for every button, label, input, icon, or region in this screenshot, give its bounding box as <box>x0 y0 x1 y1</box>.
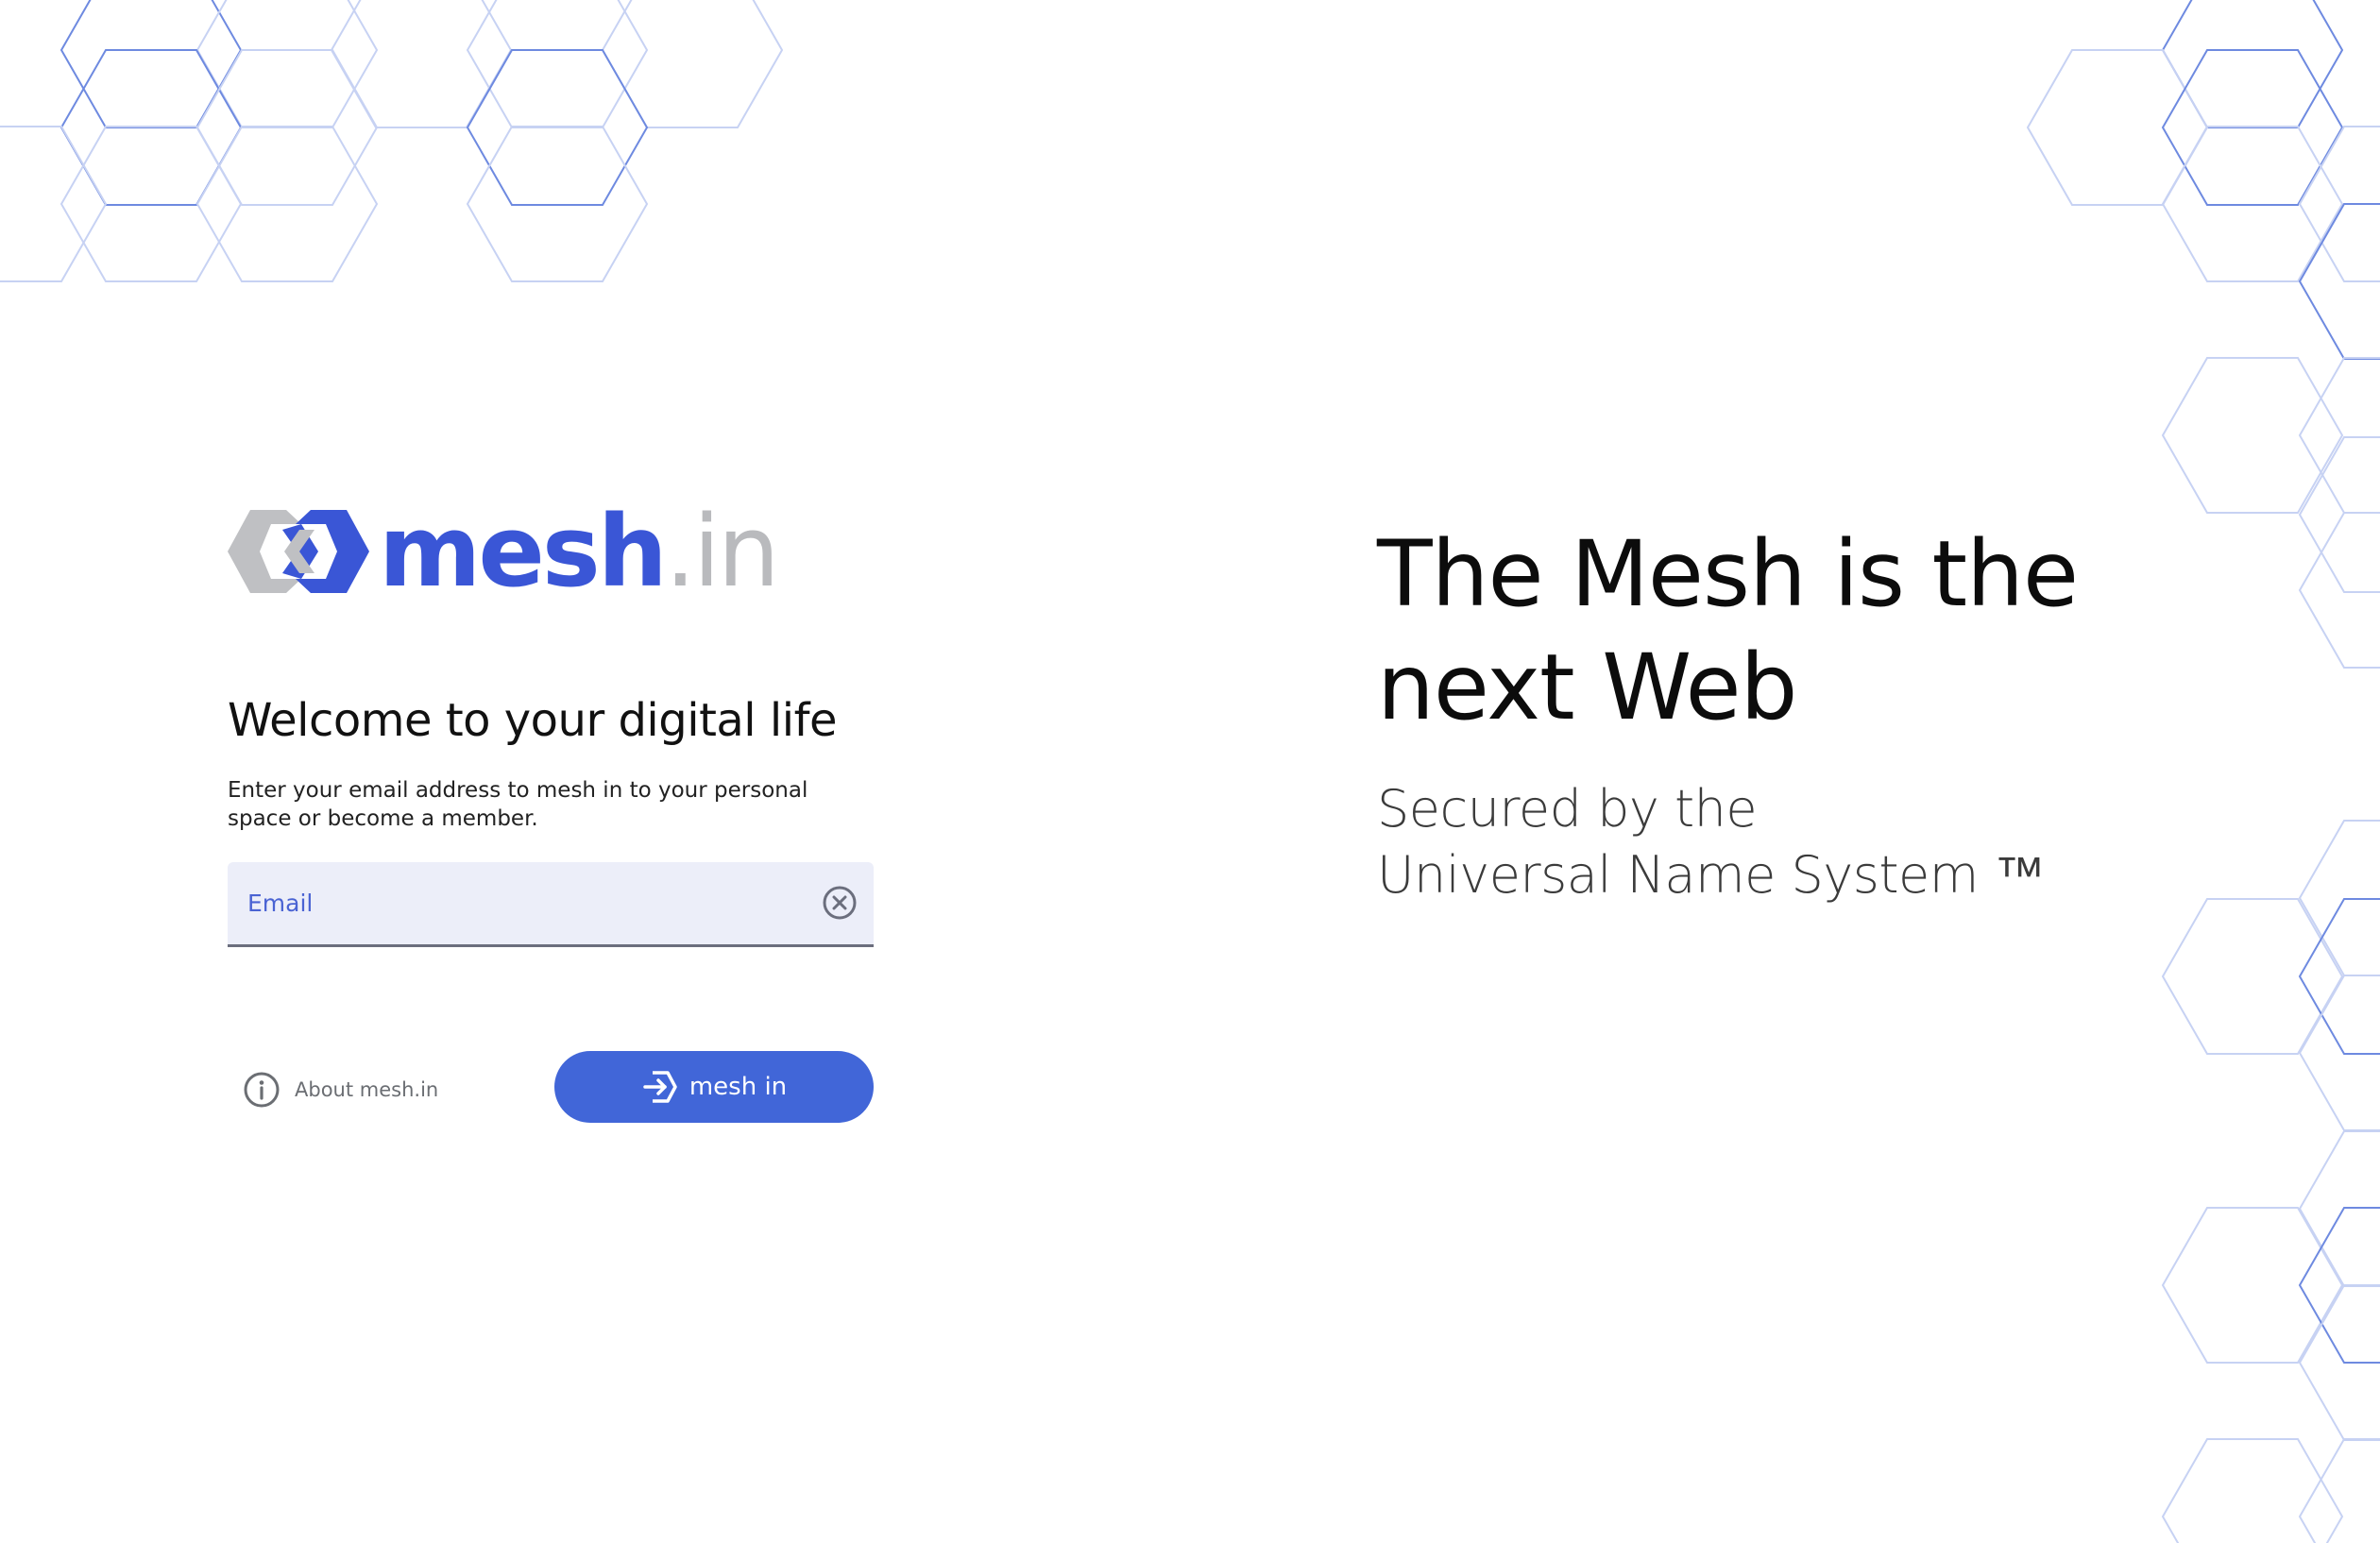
background-hexagon <box>2161 0 2344 128</box>
about-link-label: About mesh.in <box>295 1078 439 1101</box>
background-hexagon <box>2161 1207 2344 1364</box>
brand-logo-tld: .in <box>664 494 780 609</box>
clear-email-button[interactable] <box>821 884 858 922</box>
background-hexagon <box>601 0 784 128</box>
hero-subtitle: Secured by the Universal Name System ™ <box>1377 776 2227 908</box>
hero-section: The Mesh is the next Web Secured by the … <box>1377 517 2227 908</box>
background-hexagon <box>330 0 513 128</box>
hero-subtitle-line-1: Secured by the <box>1377 779 1758 839</box>
login-instructions: Enter your email address to mesh in to y… <box>228 778 808 831</box>
welcome-title: Welcome to your digital life <box>228 694 838 747</box>
background-hexagon <box>2298 898 2380 1055</box>
background-hexagon <box>2298 820 2380 976</box>
brand-logo: mesh.in <box>228 502 780 601</box>
brand-logo-text: mesh.in <box>379 502 780 601</box>
background-hexagon <box>60 49 243 206</box>
clear-circle-x-icon <box>823 886 857 920</box>
hero-title-line-2: next Web <box>1377 635 1797 740</box>
background-hexagon <box>2161 1438 2344 1543</box>
background-hexagon <box>466 0 649 128</box>
mesh-chain-logo-icon <box>228 510 369 593</box>
background-hexagon <box>2298 1207 2380 1364</box>
background-hexagon <box>2298 975 2380 1131</box>
background-hexagon <box>2026 49 2209 206</box>
info-circle-icon <box>244 1072 280 1108</box>
hero-subtitle-line-2: Universal Name System ™ <box>1377 845 2046 905</box>
background-hexagon <box>2298 1130 2380 1287</box>
background-hexagon <box>2161 126 2344 282</box>
background-hexagon <box>196 126 379 282</box>
background-hexagon <box>466 126 649 282</box>
background-hexagon <box>196 0 379 128</box>
background-hexagon <box>2298 512 2380 669</box>
background-hexagon <box>2161 898 2344 1055</box>
background-hexagon <box>60 126 243 282</box>
hero-title-line-1: The Mesh is the <box>1377 521 2079 627</box>
background-hexagon <box>466 49 649 206</box>
background-hexagon <box>2161 49 2344 206</box>
login-page: mesh.in Welcome to your digital life Ent… <box>0 0 2380 1543</box>
login-arrow-hex-icon <box>643 1071 677 1103</box>
hero-title: The Mesh is the next Web <box>1377 517 2227 744</box>
background-hexagon <box>2298 1284 2380 1441</box>
mesh-in-button[interactable]: mesh in <box>554 1051 874 1123</box>
email-input[interactable] <box>247 862 805 944</box>
background-hexagon <box>2298 126 2380 282</box>
brand-logo-word: mesh <box>379 494 668 609</box>
background-hexagon <box>2298 436 2380 593</box>
background-hexagon <box>0 126 108 282</box>
about-link[interactable]: About mesh.in <box>243 1069 438 1111</box>
background-hexagon <box>2298 203 2380 360</box>
background-hexagon <box>196 49 379 206</box>
background-hexagon <box>2298 1438 2380 1543</box>
email-field[interactable] <box>228 862 874 947</box>
background-hexagon <box>2161 357 2344 514</box>
background-hexagon <box>60 0 243 128</box>
background-hexagon <box>2298 357 2380 514</box>
mesh-in-button-label: mesh in <box>688 1073 788 1101</box>
